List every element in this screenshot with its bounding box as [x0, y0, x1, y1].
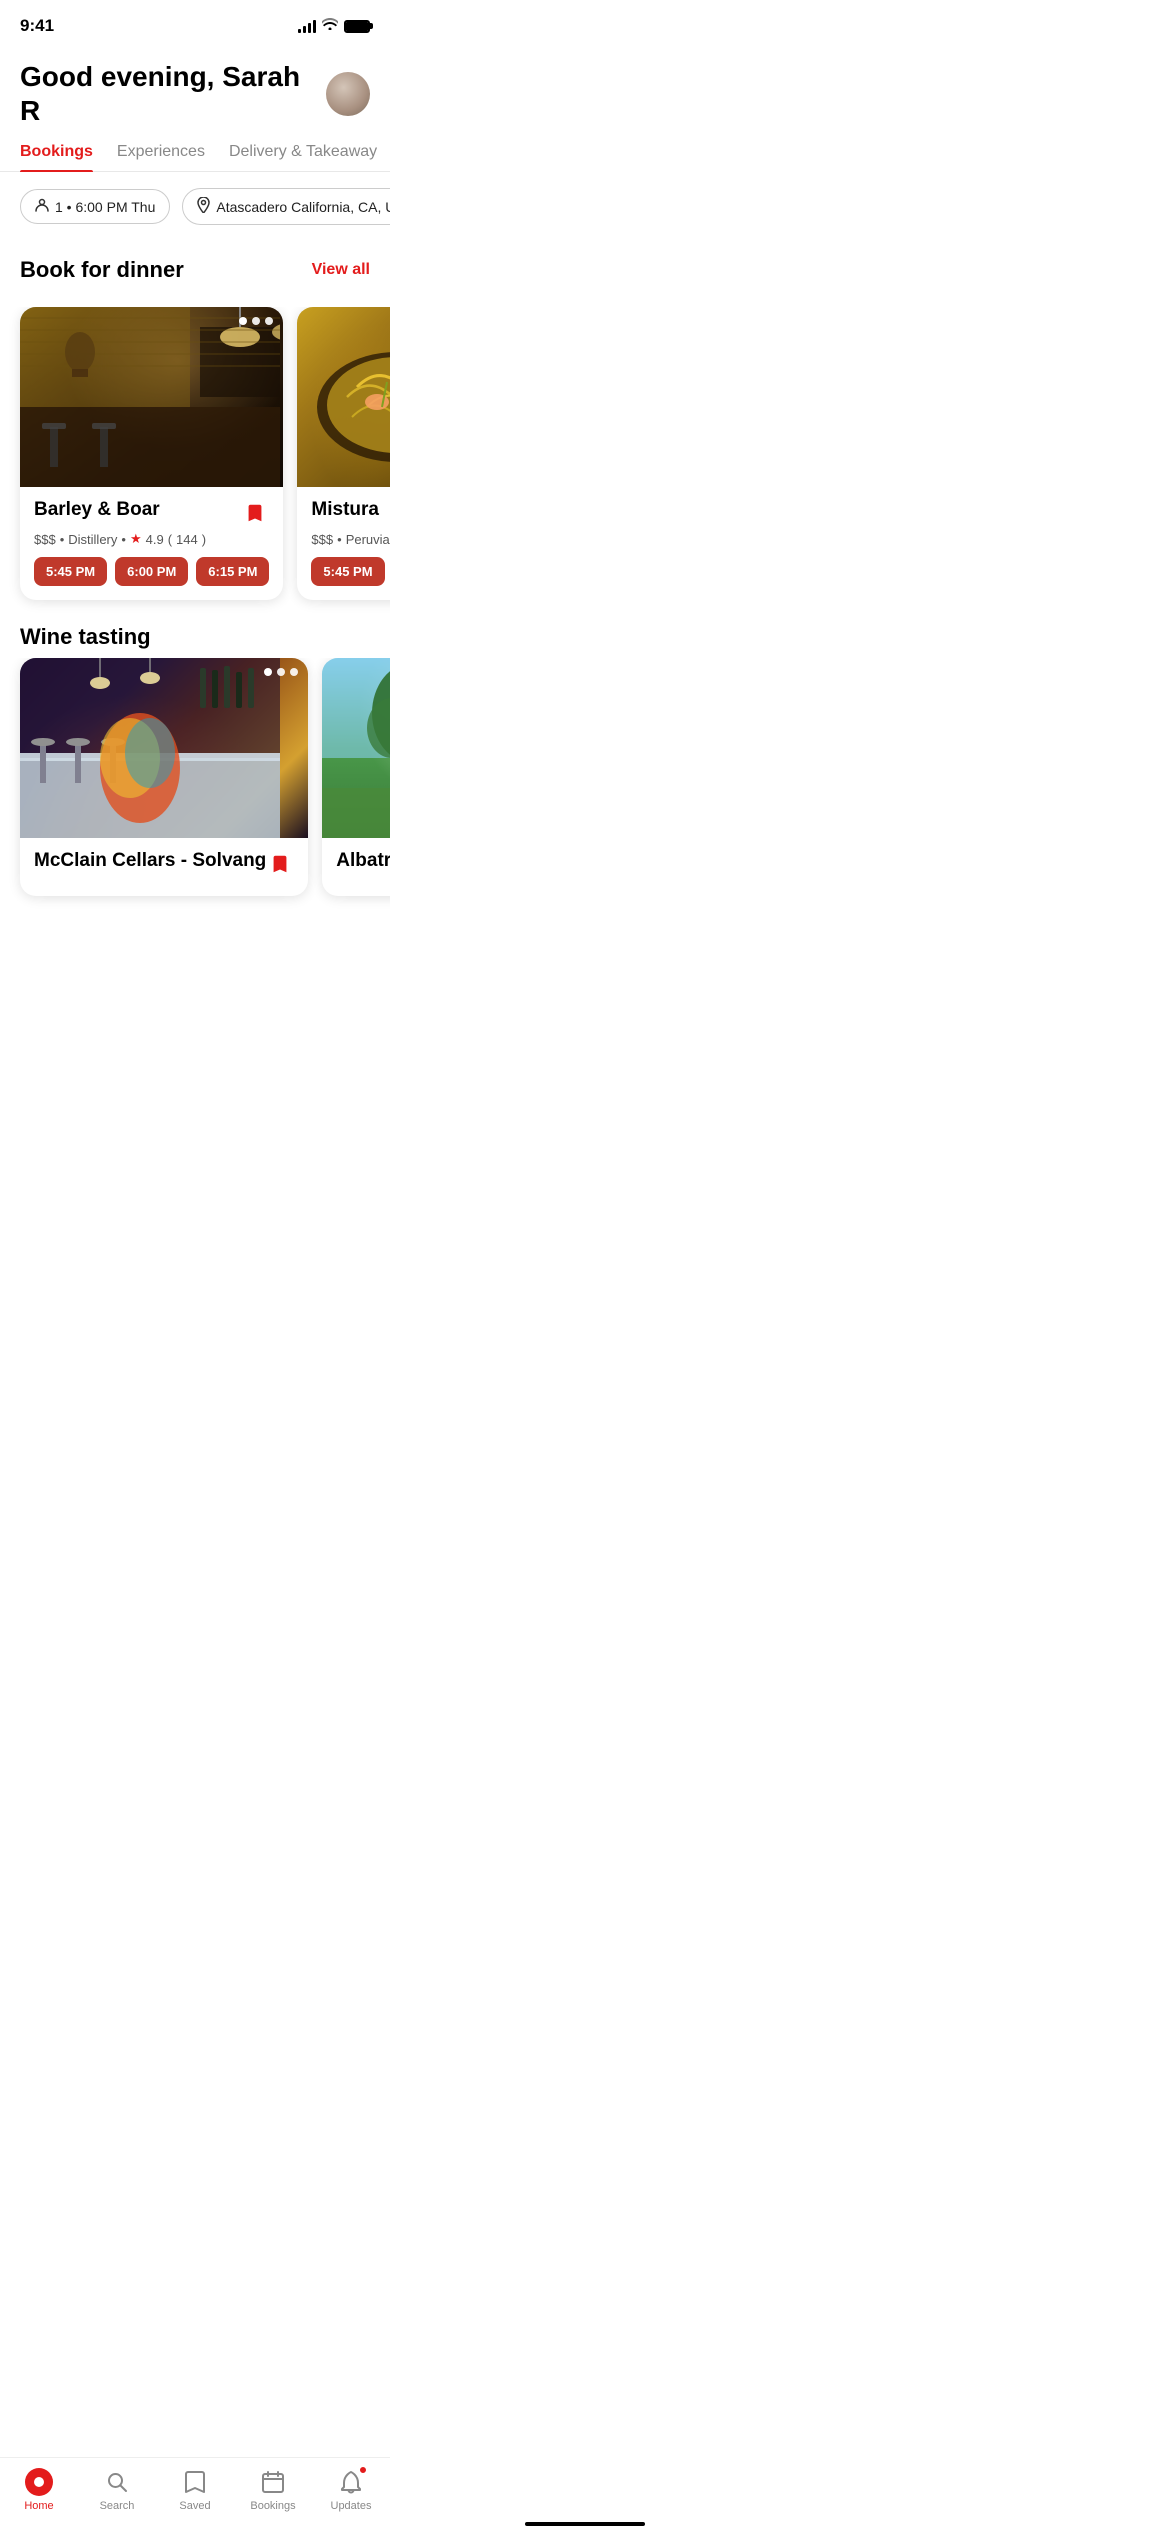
- dot-1: [239, 317, 247, 325]
- home-indicator: [525, 2522, 645, 2526]
- status-bar: 9:41: [0, 0, 390, 48]
- signal-icon: [298, 19, 316, 33]
- home-icon: [25, 2468, 53, 2496]
- card-body-mistura: Mistura $$$ • Peruvian • ★ 5:45 PM: [297, 487, 390, 600]
- filter-location[interactable]: Atascadero California, CA, United St: [182, 188, 390, 225]
- status-icons: [298, 17, 370, 35]
- card-dots-mcclain: [264, 668, 298, 676]
- dot-3: [265, 317, 273, 325]
- card-dots: [239, 317, 273, 325]
- time-slot-545[interactable]: 5:45 PM: [34, 557, 107, 586]
- card-mistura[interactable]: Mistura $$$ • Peruvian • ★ 5:45 PM: [297, 307, 390, 600]
- avatar[interactable]: [326, 72, 370, 116]
- time-slot-615[interactable]: 6:15 PM: [196, 557, 269, 586]
- nav-search-label: Search: [100, 2500, 135, 2512]
- bottom-nav: Home Search Saved Bookings: [0, 2457, 390, 2532]
- card-name-albatross: Albatross Rid: [336, 850, 390, 872]
- card-body-mcclain: McClain Cellars - Solvang: [20, 838, 308, 896]
- dot-2: [277, 668, 285, 676]
- dinner-title: Book for dinner: [20, 257, 184, 283]
- bookmark-mcclain[interactable]: [266, 850, 294, 878]
- notif-dot: [359, 2466, 367, 2474]
- tab-delivery[interactable]: Delivery & Takeaway: [229, 143, 377, 171]
- wine-title: Wine tasting: [20, 624, 151, 649]
- saved-icon: [181, 2468, 209, 2496]
- bookmark-barley[interactable]: [241, 499, 269, 527]
- bookings-icon: [259, 2468, 287, 2496]
- time-slots-barley: 5:45 PM 6:00 PM 6:15 PM: [34, 557, 269, 586]
- tab-bookings[interactable]: Bookings: [20, 143, 93, 171]
- time-slot-mistura-545[interactable]: 5:45 PM: [311, 557, 384, 586]
- dinner-cards-scroll: Barley & Boar $$$ • Distillery • ★ 4.9 (…: [0, 307, 390, 616]
- card-image-mcclain: [20, 658, 308, 838]
- wine-section-header: Wine tasting: [0, 616, 390, 658]
- card-name-mcclain: McClain Cellars - Solvang: [34, 850, 266, 872]
- nav-saved[interactable]: Saved: [165, 2468, 225, 2512]
- filter-location-label: Atascadero California, CA, United St: [216, 199, 390, 215]
- nav-updates-label: Updates: [331, 2500, 372, 2512]
- time-slot-600[interactable]: 6:00 PM: [115, 557, 188, 586]
- location-icon: [197, 197, 210, 216]
- battery-icon: [344, 20, 370, 33]
- time-slots-mistura: 5:45 PM: [311, 557, 390, 586]
- card-image-mistura: [297, 307, 390, 487]
- nav-search[interactable]: Search: [87, 2468, 147, 2512]
- card-mcclain[interactable]: McClain Cellars - Solvang: [20, 658, 308, 896]
- card-albatross[interactable]: Albatross Rid: [322, 658, 390, 896]
- wine-cards-scroll: McClain Cellars - Solvang: [0, 658, 390, 912]
- nav-updates[interactable]: Updates: [321, 2468, 381, 2512]
- nav-bookings[interactable]: Bookings: [243, 2468, 303, 2512]
- filter-guests-label: 1 • 6:00 PM Thu: [55, 199, 155, 215]
- filters-row: 1 • 6:00 PM Thu Atascadero California, C…: [0, 172, 390, 241]
- main-tabs: Bookings Experiences Delivery & Takeaway: [0, 143, 390, 172]
- updates-icon: [337, 2468, 365, 2496]
- nav-bookings-label: Bookings: [250, 2500, 295, 2512]
- card-barley-boar[interactable]: Barley & Boar $$$ • Distillery • ★ 4.9 (…: [20, 307, 283, 600]
- dot-1: [264, 668, 272, 676]
- person-icon: [35, 198, 49, 215]
- card-name-mistura: Mistura: [311, 499, 379, 521]
- dot-2: [252, 317, 260, 325]
- filter-guests[interactable]: 1 • 6:00 PM Thu: [20, 189, 170, 224]
- nav-home[interactable]: Home: [9, 2468, 69, 2512]
- dot-3: [290, 668, 298, 676]
- header: Good evening, Sarah R: [0, 48, 390, 143]
- card-image-albatross: [322, 658, 390, 838]
- card-name-barley: Barley & Boar: [34, 499, 160, 521]
- nav-home-label: Home: [24, 2500, 53, 2512]
- nav-saved-label: Saved: [179, 2500, 210, 2512]
- view-all-dinner[interactable]: View all: [312, 261, 370, 279]
- card-body-albatross: Albatross Rid: [322, 838, 390, 890]
- wifi-icon: [322, 17, 338, 35]
- card-meta-mistura: $$$ • Peruvian • ★: [311, 531, 390, 547]
- card-image-barley: [20, 307, 283, 487]
- tab-experiences[interactable]: Experiences: [117, 143, 205, 171]
- dinner-section-header: Book for dinner View all: [0, 241, 390, 307]
- status-time: 9:41: [20, 16, 54, 36]
- greeting-text: Good evening, Sarah R: [20, 60, 326, 127]
- search-icon: [103, 2468, 131, 2496]
- card-body-barley: Barley & Boar $$$ • Distillery • ★ 4.9 (…: [20, 487, 283, 600]
- card-meta-barley: $$$ • Distillery • ★ 4.9 (144): [34, 531, 269, 547]
